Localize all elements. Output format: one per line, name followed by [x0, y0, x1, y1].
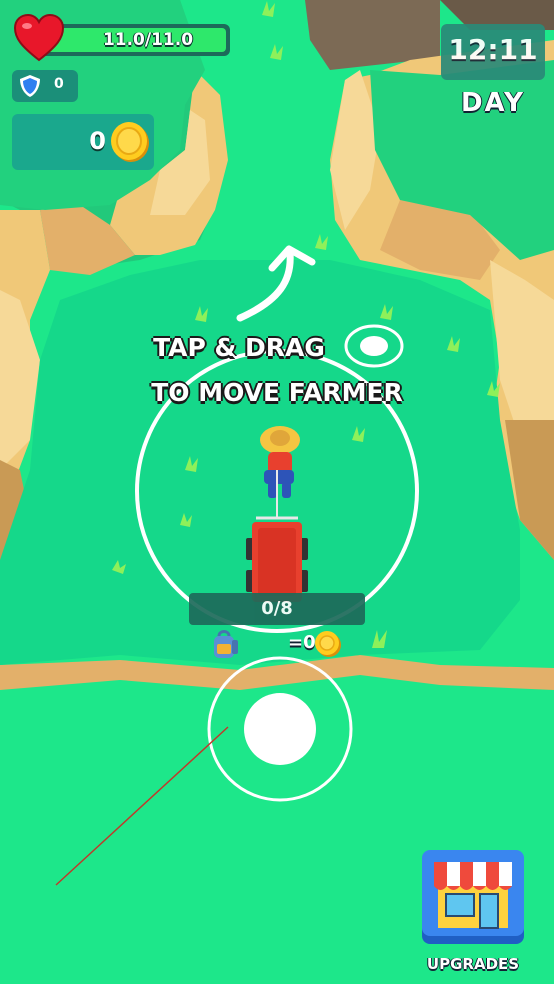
shop-icon [434, 862, 512, 929]
clock-time: 12:11 [448, 33, 538, 66]
health-bar: 11.0/11.0 [40, 24, 230, 56]
upgrades-button[interactable] [420, 848, 526, 946]
coin-icon [315, 631, 341, 657]
tutorial-line-2: TO MOVE FARMER [151, 378, 403, 407]
bag-value: =0 [288, 632, 316, 653]
cart-capacity: 0/8 [189, 593, 365, 625]
shield-icon [20, 75, 40, 97]
coin-icon [111, 122, 149, 162]
backpack-icon [214, 630, 238, 658]
shield-counter: 0 [12, 70, 78, 102]
coin-count: 0 [89, 127, 106, 155]
health-text: 11.0/11.0 [102, 30, 194, 50]
shield-count: 0 [54, 76, 64, 92]
heart-icon [13, 14, 65, 62]
cart-capacity-text: 0/8 [261, 598, 293, 619]
tutorial-line-1: TAP & DRAG [153, 333, 325, 362]
coin-counter: 0 [12, 114, 154, 170]
clock: 12:11 [441, 24, 545, 80]
upgrades-label: UPGRADES [426, 955, 520, 973]
day-period: DAY [460, 88, 526, 118]
cart-icon[interactable] [246, 516, 308, 602]
